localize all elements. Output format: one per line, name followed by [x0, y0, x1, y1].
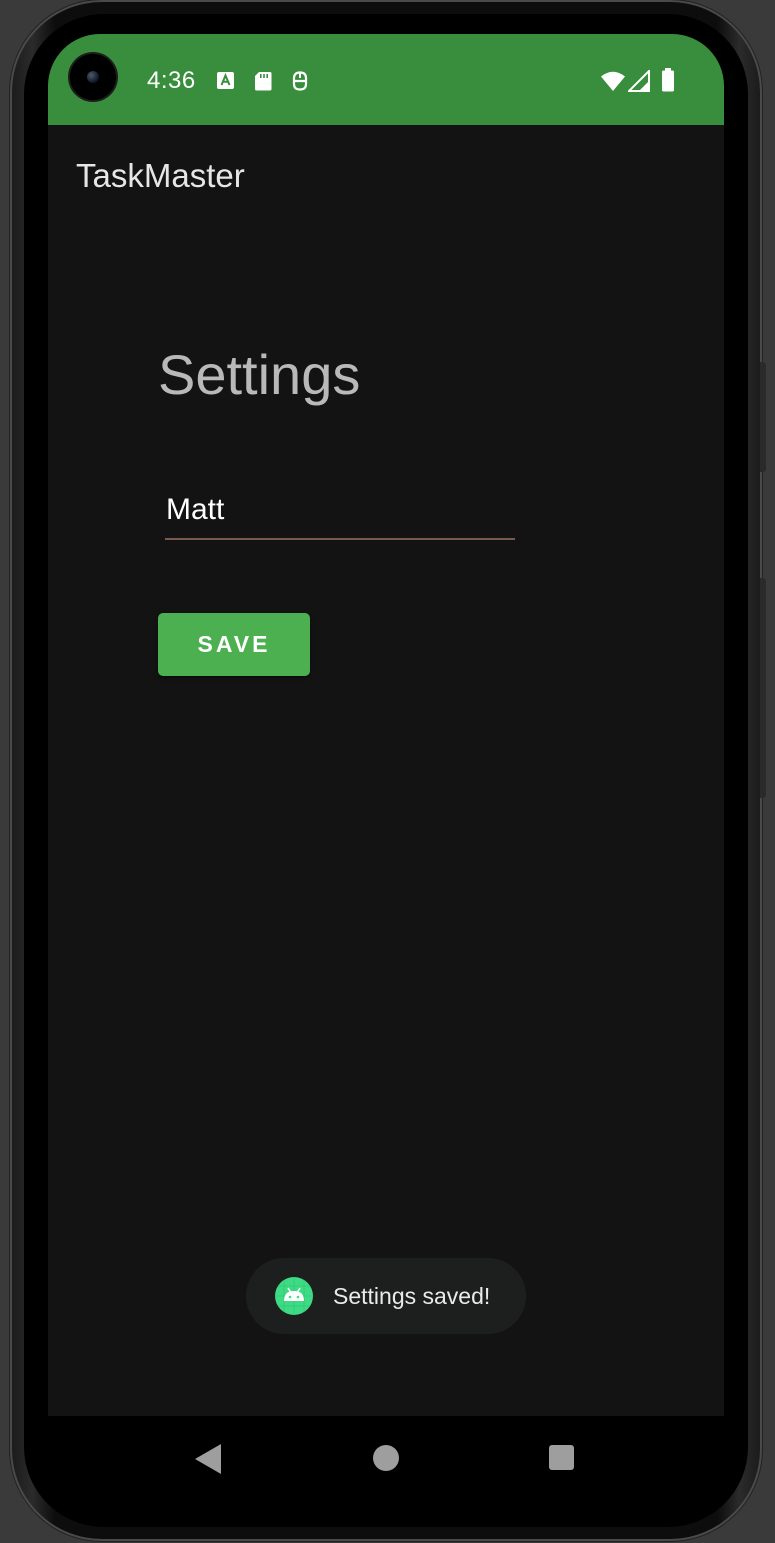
toast-message: Settings saved! [246, 1258, 526, 1334]
power-button [760, 578, 766, 798]
status-time: 4:36 [147, 67, 196, 94]
page-title: Settings [158, 343, 361, 406]
app-title: TaskMaster [76, 157, 245, 194]
wifi-icon [601, 71, 625, 91]
save-button[interactable]: SAVE [158, 613, 310, 676]
android-icon [275, 1277, 313, 1315]
status-bar: 4:36 [48, 34, 724, 125]
cellular-signal-icon [628, 70, 650, 92]
battery-icon [662, 68, 674, 92]
toast-text: Settings saved! [333, 1282, 491, 1309]
debug-icon [292, 71, 308, 91]
recents-icon[interactable] [549, 1445, 574, 1470]
username-field[interactable] [165, 486, 515, 540]
front-camera [70, 54, 116, 100]
back-icon[interactable] [195, 1444, 221, 1474]
navigation-bar [48, 1416, 724, 1504]
phone-screen: 4:36 TaskMaster Settings Matt SAVE Setti… [48, 34, 724, 1416]
volume-button [760, 362, 766, 472]
sd-card-icon [255, 72, 272, 91]
home-icon[interactable] [373, 1445, 399, 1471]
a-notification-icon [217, 72, 234, 89]
